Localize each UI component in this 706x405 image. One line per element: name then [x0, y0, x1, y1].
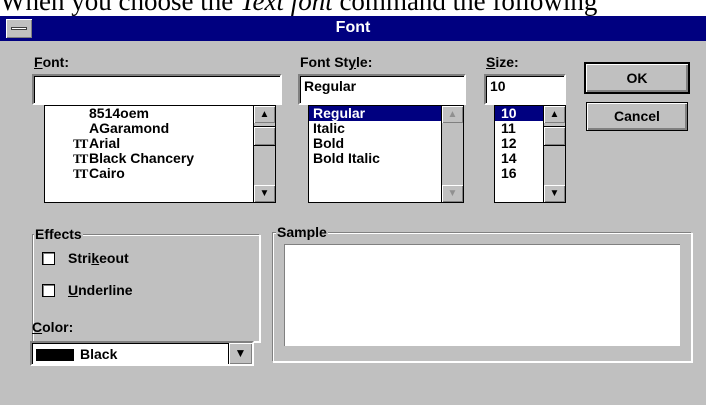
scroll-up-arrow-icon[interactable]: ▲ — [544, 106, 565, 123]
size-list[interactable]: 10 11 12 14 16 ▲ ▼ — [494, 105, 566, 203]
scroll-up-arrow-icon: ▲ — [442, 106, 463, 123]
color-dropdown[interactable]: Black ▼ — [30, 341, 254, 366]
ok-button[interactable]: OK — [584, 62, 690, 94]
font-name-input[interactable] — [32, 74, 282, 105]
underline-checkbox[interactable] — [42, 284, 55, 297]
scroll-down-arrow-icon: ▼ — [442, 185, 463, 202]
document-text-emphasis: Text font — [239, 0, 333, 16]
font-list-item[interactable]: TT Black Chancery — [45, 151, 253, 167]
scroll-up-arrow-icon[interactable]: ▲ — [254, 106, 275, 123]
font-style-item[interactable]: Bold Italic — [309, 151, 441, 166]
size-input[interactable]: 10 — [484, 74, 566, 105]
size-item[interactable]: 14 — [495, 151, 543, 166]
minus-icon — [11, 27, 27, 30]
color-label: Color: — [32, 319, 74, 335]
font-style-item[interactable]: Italic — [309, 121, 441, 136]
font-style-input[interactable]: Regular — [298, 74, 466, 105]
truetype-icon: TT — [73, 136, 88, 151]
font-scrollbar[interactable]: ▲ ▼ — [253, 106, 275, 202]
font-label: Font: — [34, 54, 69, 70]
document-text: When you choose the Text font command th… — [0, 0, 706, 16]
sample-title: Sample — [276, 224, 328, 240]
dropdown-arrow-icon[interactable]: ▼ — [228, 343, 252, 364]
scroll-thumb[interactable] — [254, 126, 275, 146]
color-value: Black — [32, 343, 252, 363]
document-text-end: command the following — [332, 0, 598, 16]
size-item-selected[interactable]: 10 — [495, 106, 543, 121]
document-text-start: When you choose the — [0, 0, 240, 16]
title-bar: Font — [0, 16, 706, 41]
font-list[interactable]: 8514oem AGaramond TT Arial TT Black Chance… — [44, 105, 276, 203]
font-style-list[interactable]: Regular Italic Bold Bold Italic ▲ ▼ — [308, 105, 464, 203]
font-style-list-items: Regular Italic Bold Bold Italic — [309, 106, 441, 202]
color-swatch — [36, 349, 74, 362]
strikeout-label[interactable]: Strikeout — [68, 250, 129, 266]
scroll-down-arrow-icon[interactable]: ▼ — [254, 185, 275, 202]
font-list-item[interactable]: AGaramond — [45, 121, 253, 136]
effects-title: Effects — [34, 226, 83, 242]
truetype-icon: TT — [73, 166, 88, 181]
size-item[interactable]: 11 — [495, 121, 543, 136]
font-dialog: Font Font: 8514oem AGaramond TT Arial TT B… — [0, 16, 706, 405]
scroll-thumb[interactable] — [544, 126, 565, 146]
font-style-item-selected[interactable]: Regular — [309, 106, 441, 121]
system-menu-button[interactable] — [6, 19, 32, 38]
dialog-title: Font — [335, 19, 371, 36]
size-scrollbar[interactable]: ▲ ▼ — [543, 106, 565, 202]
strikeout-checkbox[interactable] — [42, 252, 55, 265]
font-style-item[interactable]: Bold — [309, 136, 441, 151]
font-style-label: Font Style: — [300, 54, 373, 70]
font-list-item[interactable]: TT Cairo — [45, 166, 253, 182]
underline-label[interactable]: Underline — [68, 282, 133, 298]
size-item[interactable]: 16 — [495, 166, 543, 181]
sample-preview — [284, 244, 680, 346]
cancel-button[interactable]: Cancel — [586, 102, 688, 131]
size-list-items: 10 11 12 14 16 — [495, 106, 543, 202]
font-style-scrollbar: ▲ ▼ — [441, 106, 463, 202]
size-label: Size: — [486, 54, 519, 70]
size-item[interactable]: 12 — [495, 136, 543, 151]
scroll-down-arrow-icon[interactable]: ▼ — [544, 185, 565, 202]
font-list-item[interactable]: TT Arial — [45, 136, 253, 152]
font-list-item[interactable]: 8514oem — [45, 106, 253, 121]
font-list-items: 8514oem AGaramond TT Arial TT Black Chance… — [45, 106, 253, 202]
truetype-icon: TT — [73, 151, 88, 166]
